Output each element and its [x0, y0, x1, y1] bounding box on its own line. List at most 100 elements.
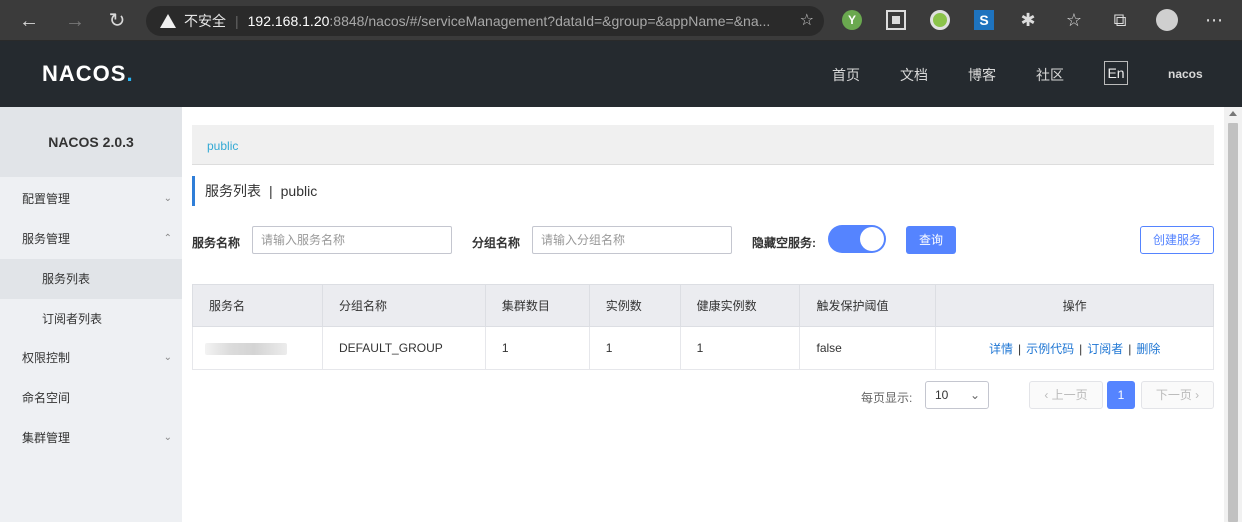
browser-toolbar: ← → ↻ 不安全 | 192.168.1.20:8848/nacos/#/serv… [0, 0, 1242, 41]
warning-icon [160, 14, 176, 28]
sidebar: NACOS 2.0.3 配置管理 ⌄ 服务管理 ⌃ 服务列表 订阅者列表 权限控制 ⌄… [0, 107, 182, 522]
page-size-value: 10 [935, 388, 949, 402]
chevron-left-icon: ‹ [1044, 388, 1049, 402]
sidebar-item-service-list[interactable]: 服务列表 [0, 259, 182, 299]
chevron-down-icon: ⌄ [163, 432, 172, 443]
group-name-input[interactable] [532, 226, 732, 254]
delete-link[interactable]: 删除 [1136, 342, 1160, 356]
address-separator: | [235, 13, 239, 29]
hide-empty-label: 隐藏空服务: [752, 236, 816, 250]
cell-group: DEFAULT_GROUP [321, 326, 486, 370]
col-healthy-count: 健康实例数 [679, 284, 801, 327]
chevron-down-icon: ⌄ [163, 193, 172, 204]
page-size-select[interactable]: 10 ⌄ [925, 381, 989, 409]
favorites-icon[interactable]: ☆ [1064, 10, 1084, 30]
sidebar-item-label: 订阅者列表 [42, 312, 103, 326]
logo-dot: . [126, 61, 134, 86]
url-path: :8848/nacos/#/serviceManagement?dataId=&… [329, 13, 771, 29]
sidebar-item-label: 权限控制 [22, 351, 71, 365]
forward-icon[interactable]: → [62, 8, 88, 34]
nav-community[interactable]: 社区 [1036, 65, 1064, 85]
extension-y-icon[interactable]: Y [842, 10, 862, 30]
back-icon[interactable]: ← [16, 8, 42, 34]
user-menu[interactable]: nacos [1168, 67, 1203, 81]
action-separator: | [1017, 341, 1022, 356]
sidebar-item-service[interactable]: 服务管理 ⌃ [0, 219, 182, 259]
page-1-button[interactable]: 1 [1107, 381, 1135, 409]
sidebar-item-subscriber-list[interactable]: 订阅者列表 [0, 299, 182, 339]
page-title-namespace: public [280, 183, 318, 199]
service-name-input[interactable] [252, 226, 452, 254]
language-switch[interactable]: En [1104, 61, 1128, 85]
namespace-public-link[interactable]: public [207, 139, 238, 153]
nav-home[interactable]: 首页 [832, 65, 860, 85]
table-header-row: 服务名 分组名称 集群数目 实例数 健康实例数 触发保护阈值 操作 [192, 284, 1214, 327]
sidebar-item-label: 服务列表 [42, 272, 91, 286]
main-content: public 服务列表 | public 服务名称 分组名称 隐藏空服务: 查询 创… [182, 107, 1224, 522]
sidebar-item-label: 集群管理 [22, 431, 71, 445]
chevron-down-icon: ⌄ [969, 388, 980, 402]
cell-clusters: 1 [484, 326, 590, 370]
sidebar-item-auth[interactable]: 权限控制 ⌄ [0, 338, 182, 378]
create-service-button[interactable]: 创建服务 [1140, 226, 1214, 254]
page-title-text: 服务列表 [205, 183, 261, 199]
sidebar-item-cluster[interactable]: 集群管理 ⌄ [0, 418, 182, 458]
sidebar-item-label: 服务管理 [22, 232, 71, 246]
namespace-bar: public [192, 125, 1214, 165]
app-header: NACOS. 首页 文档 博客 社区 En nacos [0, 41, 1242, 107]
query-button[interactable]: 查询 [906, 226, 956, 254]
col-service-name: 服务名 [192, 284, 323, 327]
sidebar-item-label: 命名空间 [22, 391, 71, 405]
next-page-button[interactable]: 下一页 › [1141, 381, 1214, 409]
service-name-label: 服务名称 [192, 236, 241, 250]
page-title-divider: | [269, 183, 273, 199]
url-host: 192.168.1.20 [247, 13, 330, 29]
next-page-label: 下一页 [1155, 388, 1192, 402]
detail-link[interactable]: 详情 [989, 342, 1013, 356]
page-size-label: 每页显示: [861, 391, 913, 405]
subscribers-link[interactable]: 订阅者 [1087, 342, 1123, 356]
sidebar-item-config[interactable]: 配置管理 ⌄ [0, 179, 182, 219]
sample-code-link[interactable]: 示例代码 [1026, 342, 1074, 356]
profile-avatar-icon[interactable] [1156, 9, 1178, 31]
chevron-up-icon: ⌃ [163, 233, 172, 244]
chevron-down-icon: ⌄ [163, 352, 172, 363]
extension-s-icon[interactable]: S [974, 10, 994, 30]
sidebar-item-namespace[interactable]: 命名空间 [0, 378, 182, 418]
add-favorite-icon[interactable]: ☆ [800, 6, 814, 36]
cell-healthy: 1 [679, 326, 801, 370]
toggle-knob [860, 227, 884, 251]
extension-dot-icon[interactable] [930, 10, 950, 30]
cell-actions: 详情 | 示例代码 | 订阅者 | 删除 [935, 326, 1214, 370]
address-bar[interactable]: 不安全 | 192.168.1.20:8848/nacos/#/serviceMan… [146, 6, 824, 36]
nacos-logo[interactable]: NACOS. [42, 61, 134, 87]
page-scrollbar[interactable] [1224, 107, 1242, 522]
col-actions: 操作 [935, 284, 1214, 327]
col-protect-threshold: 触发保护阈值 [799, 284, 937, 327]
prev-page-button[interactable]: ‹ 上一页 [1029, 381, 1103, 409]
cell-instances: 1 [588, 326, 681, 370]
action-separator: | [1128, 341, 1132, 356]
col-group-name: 分组名称 [321, 284, 486, 327]
nav-docs[interactable]: 文档 [900, 65, 928, 85]
cell-service-name [192, 326, 323, 370]
extensions-puzzle-icon[interactable]: ✱ [1018, 10, 1038, 30]
redacted-service-name [205, 342, 287, 355]
action-separator: | [1079, 341, 1083, 356]
scroll-up-icon[interactable] [1229, 111, 1237, 116]
service-table: 服务名 分组名称 集群数目 实例数 健康实例数 触发保护阈值 操作 DEFAUL… [192, 284, 1214, 370]
table-row: DEFAULT_GROUP 1 1 1 false 详情 | 示例代码 | 订阅者 | 删除 [192, 326, 1214, 370]
nav-blog[interactable]: 博客 [968, 65, 996, 85]
hide-empty-toggle[interactable] [828, 225, 886, 253]
cell-threshold: false [799, 326, 937, 370]
col-instance-count: 实例数 [588, 284, 681, 327]
chevron-right-icon: › [1195, 388, 1200, 402]
extension-square-icon[interactable] [886, 10, 906, 30]
more-menu-icon[interactable]: ⋯ [1204, 10, 1224, 30]
scrollbar-thumb[interactable] [1228, 123, 1238, 522]
sidebar-title: NACOS 2.0.3 [0, 107, 182, 177]
page-title: 服务列表 | public [192, 176, 317, 206]
reload-icon[interactable]: ↻ [104, 8, 130, 34]
collections-icon[interactable]: ⧉ [1110, 10, 1130, 30]
security-label[interactable]: 不安全 [184, 13, 226, 29]
